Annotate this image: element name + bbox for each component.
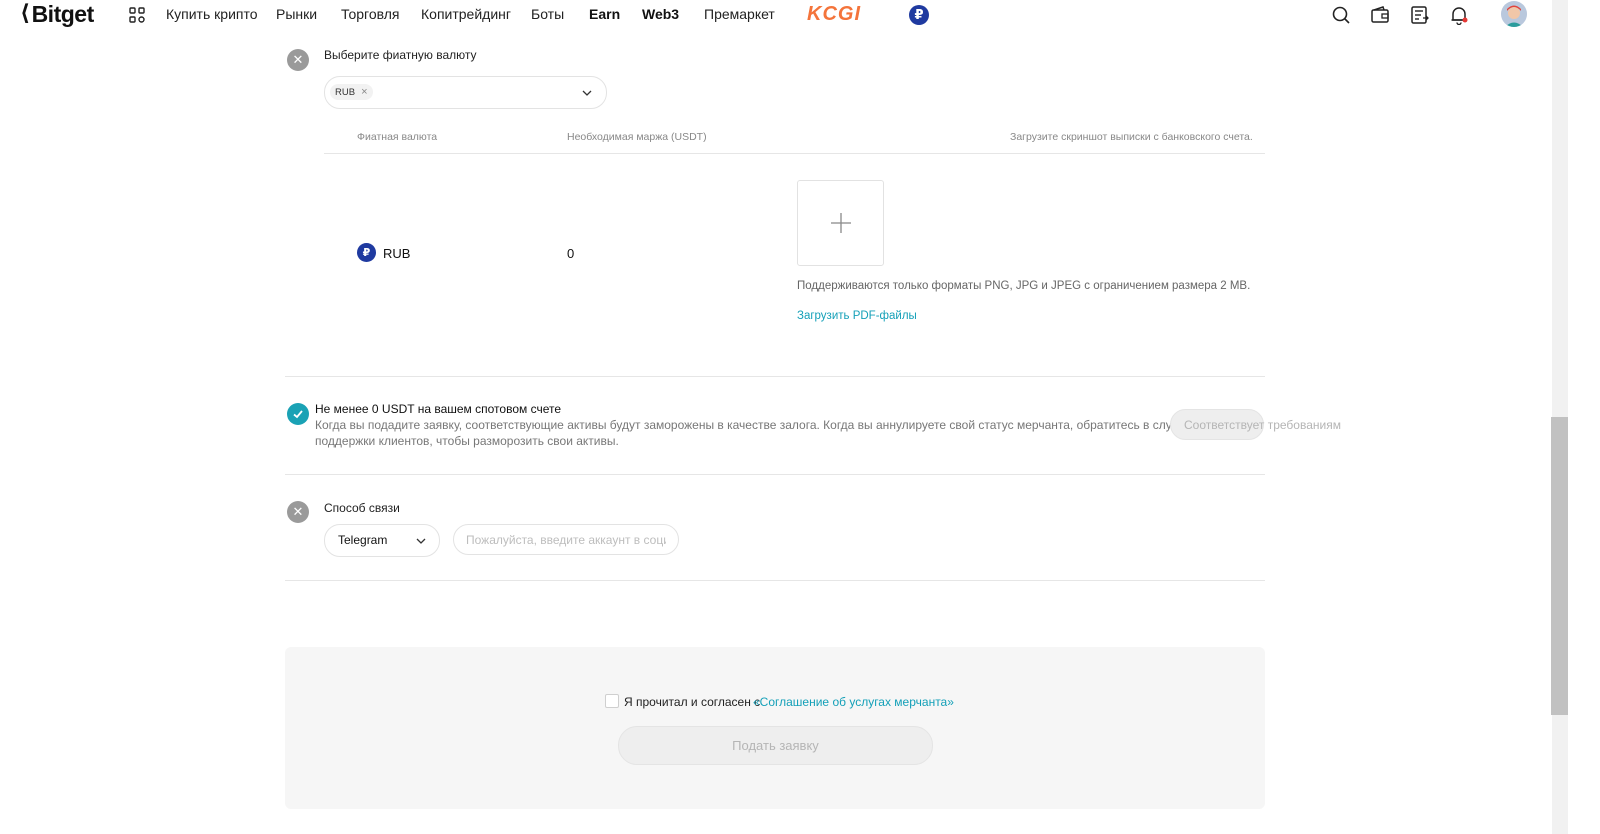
search-icon[interactable]: [1331, 5, 1351, 25]
checkmark-icon: [293, 410, 303, 419]
contact-method-select[interactable]: Telegram: [324, 524, 440, 557]
contact-method-value: Telegram: [338, 533, 388, 547]
section-divider: [285, 376, 1265, 377]
nav-bots[interactable]: Боты: [531, 6, 564, 22]
requirement-unmet-icon: ✕: [287, 49, 309, 71]
logo-text: Bitget: [31, 1, 95, 27]
bitget-logo-mark-icon: ⟨: [20, 0, 30, 25]
deposit-description-line2: поддержки клиентов, чтобы разморозить св…: [315, 434, 619, 448]
row-margin: 0: [567, 246, 575, 261]
wallet-icon[interactable]: [1370, 5, 1390, 25]
nav-copytrading[interactable]: Копитрейдинг: [421, 6, 511, 22]
upload-screenshot-button[interactable]: [797, 180, 884, 266]
avatar-face-icon: [1501, 1, 1527, 27]
rub-icon: ₽: [357, 243, 376, 262]
chevron-down-icon[interactable]: [582, 88, 592, 98]
row-currency: RUB: [383, 246, 411, 261]
th-fiat-currency: Фиатная валюта: [357, 131, 438, 143]
nav-trading[interactable]: Торговля: [341, 6, 399, 22]
requirement-met-icon: [287, 403, 309, 425]
contact-section-title: Способ связи: [324, 501, 400, 515]
meets-requirements-label: Соответствует требованиям: [1184, 417, 1341, 432]
plus-icon: [830, 213, 851, 233]
nav-web3[interactable]: Web3: [642, 6, 679, 22]
nav-buy-crypto[interactable]: Купить крипто: [166, 6, 258, 22]
rub-currency-badge[interactable]: ₽: [909, 5, 929, 25]
fiat-section-title: Выберите фиатную валюту: [324, 48, 477, 62]
merchant-agreement-link[interactable]: «Соглашение об услугах мерчанта»: [753, 695, 954, 709]
apps-grid-icon[interactable]: [129, 7, 145, 23]
agreement-text: Я прочитал и согласен с: [624, 695, 761, 709]
meets-requirements-button[interactable]: Соответствует требованиям: [1170, 409, 1341, 440]
notification-bell-icon[interactable]: [1449, 5, 1469, 25]
kcgi-promo[interactable]: KCGI: [807, 3, 861, 26]
th-required-margin: Необходимая маржа (USDT): [567, 131, 707, 143]
bitget-logo[interactable]: ⟨ Bitget: [20, 0, 95, 28]
table-header-divider: [324, 153, 1265, 154]
upload-format-hint: Поддерживаются только форматы PNG, JPG и…: [797, 280, 1251, 292]
nav-markets[interactable]: Рынки: [276, 6, 317, 22]
agreement-checkbox[interactable]: [605, 694, 619, 708]
requirement-unmet-icon: ✕: [287, 501, 309, 523]
submit-label: Подать заявку: [732, 738, 819, 753]
th-upload-statement: Загрузите скриншот выписки с банковского…: [1010, 131, 1253, 143]
orders-icon[interactable]: [1410, 5, 1430, 25]
chip-label: RUB: [335, 86, 356, 98]
user-avatar[interactable]: [1501, 1, 1527, 27]
scrollbar-thumb[interactable]: [1551, 417, 1568, 715]
deposit-description-line1: Когда вы подадите заявку, соответствующи…: [315, 418, 1193, 432]
top-nav: ⟨ Bitget Купить крипто Рынки Торговля Ко…: [0, 0, 1552, 30]
selected-currency-chip: RUB ×: [330, 84, 373, 100]
social-account-input[interactable]: [453, 524, 679, 555]
submit-application-button[interactable]: Подать заявку: [618, 726, 933, 765]
nav-premarket[interactable]: Премаркет: [704, 6, 775, 22]
upload-pdf-link[interactable]: Загрузить PDF-файлы: [797, 310, 917, 322]
chevron-down-icon: [416, 538, 426, 544]
section-divider: [285, 580, 1265, 581]
deposit-requirement-title: Не менее 0 USDT на вашем спотовом счете: [315, 402, 561, 416]
section-divider: [285, 474, 1265, 475]
nav-earn[interactable]: Earn: [589, 6, 620, 22]
chip-remove-icon[interactable]: ×: [361, 86, 367, 98]
